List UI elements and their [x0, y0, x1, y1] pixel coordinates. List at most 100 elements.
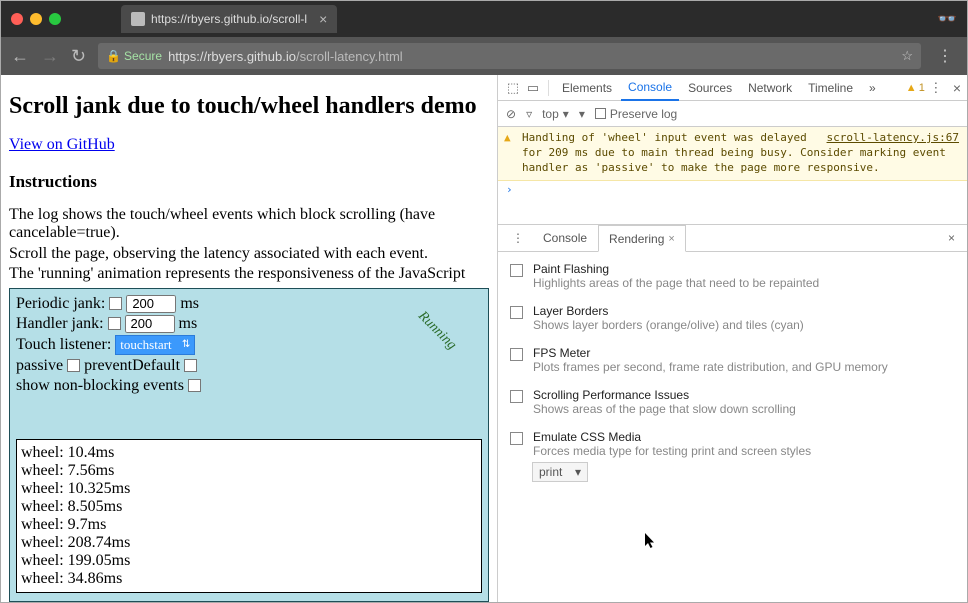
close-drawer-icon[interactable]: × [942, 231, 961, 245]
tab-console[interactable]: Console [621, 75, 679, 101]
back-button[interactable]: ← [11, 46, 29, 67]
browser-tab[interactable]: https://rbyers.github.io/scroll-l × [121, 5, 337, 33]
option-desc: Forces media type for testing print and … [533, 444, 811, 458]
emulate-media-checkbox[interactable] [510, 432, 523, 445]
context-label: top [542, 107, 559, 121]
instructions-line-3: The 'running' animation represents the r… [9, 265, 489, 283]
log-line: wheel: 9.7ms [21, 516, 477, 534]
bookmark-star-icon[interactable]: ☆ [901, 48, 913, 64]
tab-sources[interactable]: Sources [681, 75, 739, 100]
minimize-window-button[interactable] [30, 13, 42, 25]
fps-meter-checkbox[interactable] [510, 348, 523, 361]
titlebar: https://rbyers.github.io/scroll-l × 👓 [1, 1, 967, 37]
touch-listener-label: Touch listener: [16, 336, 111, 354]
log-level-icon[interactable]: ▾ [579, 107, 585, 121]
url-bar[interactable]: 🔒 Secure https://rbyers.github.io/scroll… [98, 43, 921, 69]
drawer-tabbar: ⋮ Console Rendering × × [498, 224, 967, 252]
preserve-log-checkbox[interactable] [595, 108, 606, 119]
event-log[interactable]: wheel: 6.00ms wheel: 10.4ms wheel: 7.56m… [16, 439, 482, 593]
devtools-menu-icon[interactable]: ⋮ [927, 80, 945, 96]
tab-timeline[interactable]: Timeline [801, 75, 860, 100]
scrolling-perf-checkbox[interactable] [510, 390, 523, 403]
preventdefault-label: preventDefault [84, 357, 180, 375]
console-warning-row[interactable]: ▲ scroll-latency.js:67 Handling of 'whee… [498, 127, 967, 181]
close-tab-icon[interactable]: × [319, 11, 327, 27]
console-prompt[interactable]: › [498, 181, 967, 198]
console-toolbar: ⊘ ▿ top ▾ ▾ Preserve log [498, 101, 967, 127]
chevron-up-down-icon: ⇅ [182, 339, 190, 350]
paint-flashing-checkbox[interactable] [510, 264, 523, 277]
preserve-log-toggle[interactable]: Preserve log [595, 107, 677, 121]
clear-console-icon[interactable]: ⊘ [506, 107, 516, 121]
inspect-element-icon[interactable]: ⬚ [504, 80, 522, 96]
log-line: wheel: 10.4ms [21, 444, 477, 462]
incognito-icon: 👓 [937, 9, 957, 29]
warning-icon: ▲ [906, 82, 917, 94]
context-select[interactable]: top ▾ [542, 107, 569, 121]
option-title: Scrolling Performance Issues [533, 388, 796, 402]
url-host: https://rbyers.github.io [168, 49, 296, 64]
log-line: wheel: 10.325ms [21, 480, 477, 498]
device-toolbar-icon[interactable]: ▭ [524, 80, 542, 96]
show-nonblocking-checkbox[interactable] [188, 379, 201, 392]
close-devtools-icon[interactable]: × [953, 80, 961, 96]
reload-button[interactable]: ↻ [71, 46, 86, 67]
window-controls [11, 13, 61, 25]
rendering-drawer[interactable]: Paint FlashingHighlights areas of the pa… [498, 252, 967, 602]
drawer-tab-console[interactable]: Console [532, 224, 598, 251]
log-line: wheel: 8.505ms [21, 498, 477, 516]
drawer-tab-rendering[interactable]: Rendering × [598, 225, 686, 252]
option-layer-borders[interactable]: Layer BordersShows layer borders (orange… [498, 300, 967, 342]
log-line: wheel: 199.05ms [21, 552, 477, 570]
log-line: wheel: 34.86ms [21, 570, 477, 588]
browser-toolbar: ← → ↻ 🔒 Secure https://rbyers.github.io/… [1, 37, 967, 75]
option-scrolling-perf[interactable]: Scrolling Performance IssuesShows areas … [498, 384, 967, 426]
ms-label: ms [179, 315, 198, 333]
media-type-select[interactable]: print ▾ [532, 462, 588, 482]
browser-menu-icon[interactable]: ⋮ [933, 46, 957, 66]
touch-listener-select[interactable]: touchstart ⇅ [115, 335, 195, 355]
warnings-badge[interactable]: ▲1 [906, 82, 925, 94]
secure-label: Secure [124, 49, 162, 63]
devtools-panel: ⬚ ▭ Elements Console Sources Network Tim… [497, 75, 967, 602]
warning-icon: ▲ [504, 131, 511, 146]
ms-label: ms [180, 295, 199, 313]
close-drawer-tab-icon[interactable]: × [668, 233, 674, 245]
option-paint-flashing[interactable]: Paint FlashingHighlights areas of the pa… [498, 258, 967, 300]
tab-network[interactable]: Network [741, 75, 799, 100]
page-viewport[interactable]: Scroll jank due to touch/wheel handlers … [1, 75, 497, 602]
periodic-jank-input[interactable] [126, 295, 176, 313]
drawer-menu-icon[interactable]: ⋮ [504, 231, 532, 245]
forward-button[interactable]: → [41, 46, 59, 67]
tabs-overflow-icon[interactable]: » [862, 75, 883, 100]
option-emulate-css-media[interactable]: Emulate CSS MediaForces media type for t… [498, 426, 967, 462]
passive-checkbox[interactable] [67, 359, 80, 372]
option-desc: Shows areas of the page that slow down s… [533, 402, 796, 416]
handler-jank-checkbox[interactable] [108, 317, 121, 330]
preventdefault-checkbox[interactable] [184, 359, 197, 372]
instructions-heading: Instructions [9, 172, 489, 192]
touch-listener-value: touchstart [120, 337, 171, 353]
close-window-button[interactable] [11, 13, 23, 25]
page-icon [131, 12, 145, 26]
handler-jank-label: Handler jank: [16, 315, 104, 333]
drawer-tab-rendering-label: Rendering [609, 232, 664, 246]
periodic-jank-checkbox[interactable] [109, 297, 122, 310]
filter-icon[interactable]: ▿ [526, 107, 532, 121]
preserve-log-label: Preserve log [610, 107, 677, 121]
option-title: FPS Meter [533, 346, 888, 360]
console-output[interactable]: ▲ scroll-latency.js:67 Handling of 'whee… [498, 127, 967, 198]
option-title: Layer Borders [533, 304, 804, 318]
layer-borders-checkbox[interactable] [510, 306, 523, 319]
maximize-window-button[interactable] [49, 13, 61, 25]
tab-elements[interactable]: Elements [555, 75, 619, 100]
view-on-github-link[interactable]: View on GitHub [9, 136, 115, 153]
handler-jank-input[interactable] [125, 315, 175, 333]
log-line: wheel: 7.56ms [21, 462, 477, 480]
warning-source-link[interactable]: scroll-latency.js:67 [827, 131, 959, 146]
demo-panel: Periodic jank: ms Handler jank: ms Touch… [9, 288, 489, 602]
option-fps-meter[interactable]: FPS MeterPlots frames per second, frame … [498, 342, 967, 384]
instructions-line-2: Scroll the page, observing the latency a… [9, 245, 489, 263]
page-title: Scroll jank due to touch/wheel handlers … [9, 93, 489, 120]
media-type-value: print [539, 465, 562, 479]
